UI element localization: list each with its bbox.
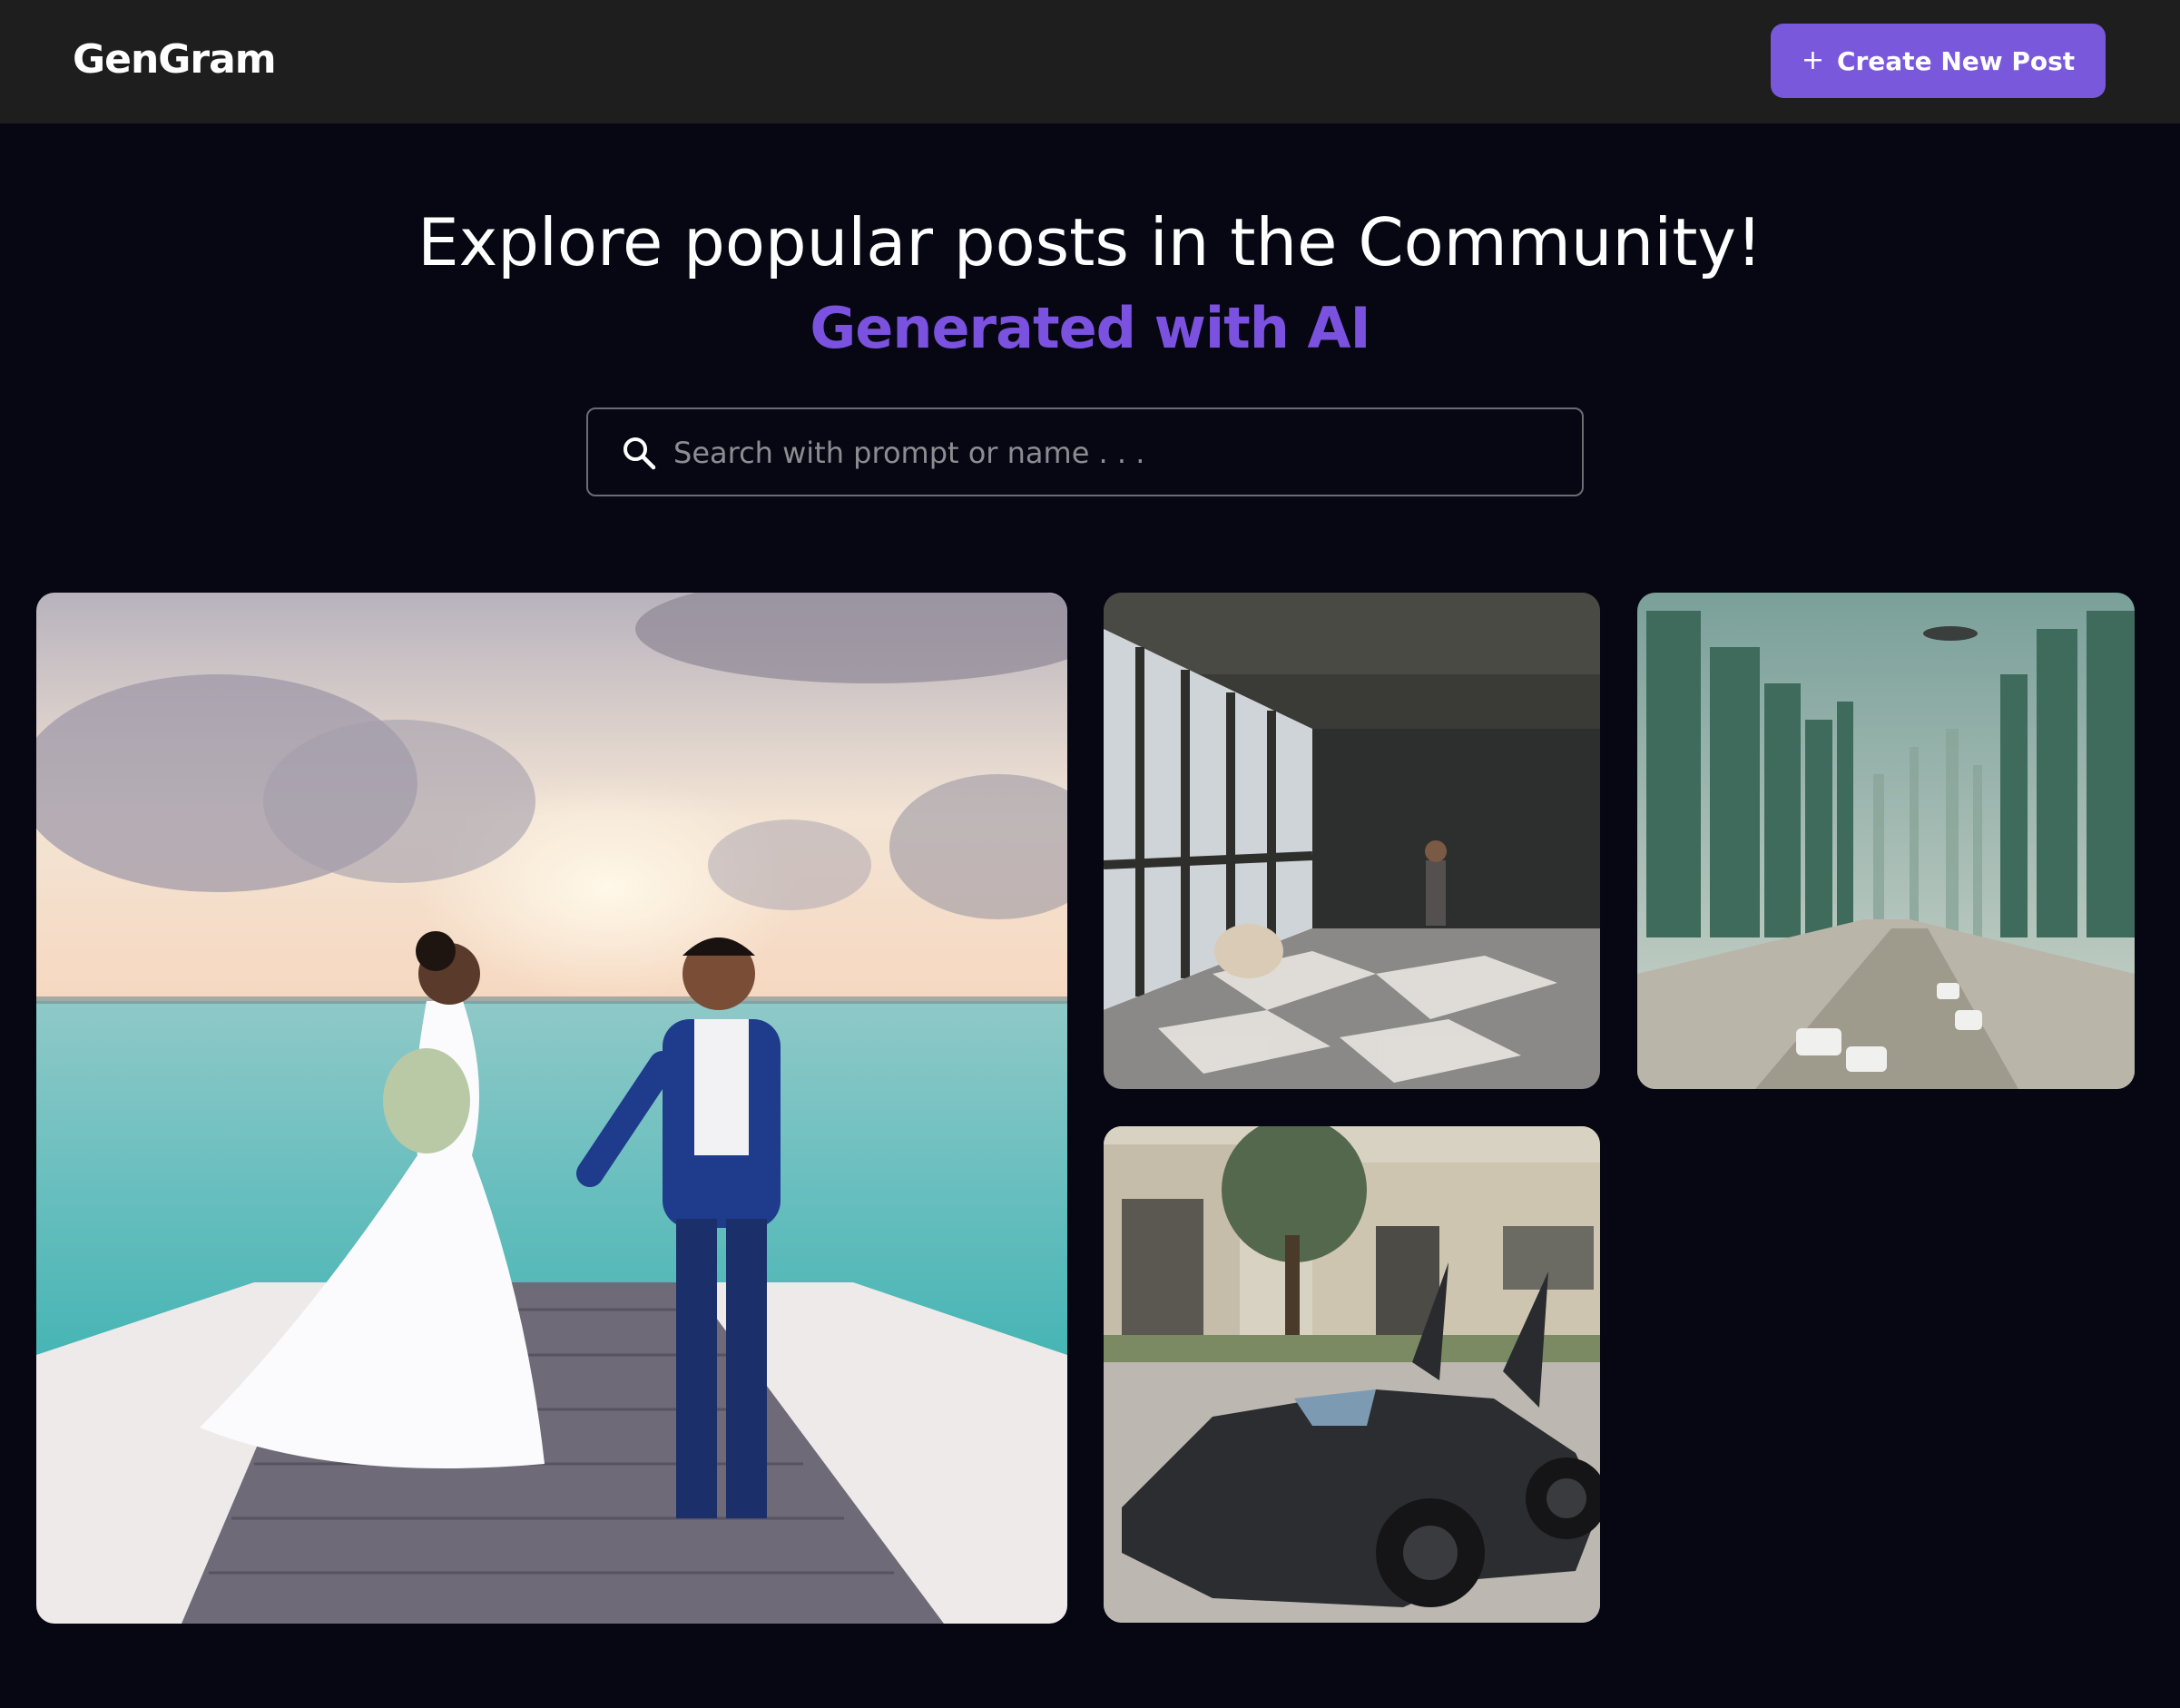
post-card-city[interactable]	[1637, 593, 2135, 1089]
post-image-car	[1104, 1126, 1600, 1623]
page-title: Explore popular posts in the Community!	[417, 204, 1763, 280]
post-image-wedding	[36, 593, 1067, 1624]
create-new-post-button[interactable]: + Create New Post	[1771, 24, 2106, 98]
post-card-room[interactable]	[1104, 593, 1600, 1089]
post-image-city	[1637, 593, 2135, 1089]
post-image-room	[1104, 593, 1600, 1089]
top-navbar: GenGram + Create New Post	[0, 0, 2180, 123]
post-card-car[interactable]	[1104, 1126, 1600, 1623]
post-card-wedding[interactable]	[36, 593, 1067, 1624]
brand-logo[interactable]: GenGram	[73, 34, 277, 85]
search-icon	[624, 437, 656, 470]
search-input[interactable]	[672, 409, 1565, 496]
create-new-post-label: Create New Post	[1836, 45, 2076, 76]
plus-icon: +	[1801, 44, 1824, 76]
page-subtitle: Generated with AI	[810, 295, 1370, 361]
search-bar[interactable]	[586, 407, 1584, 496]
